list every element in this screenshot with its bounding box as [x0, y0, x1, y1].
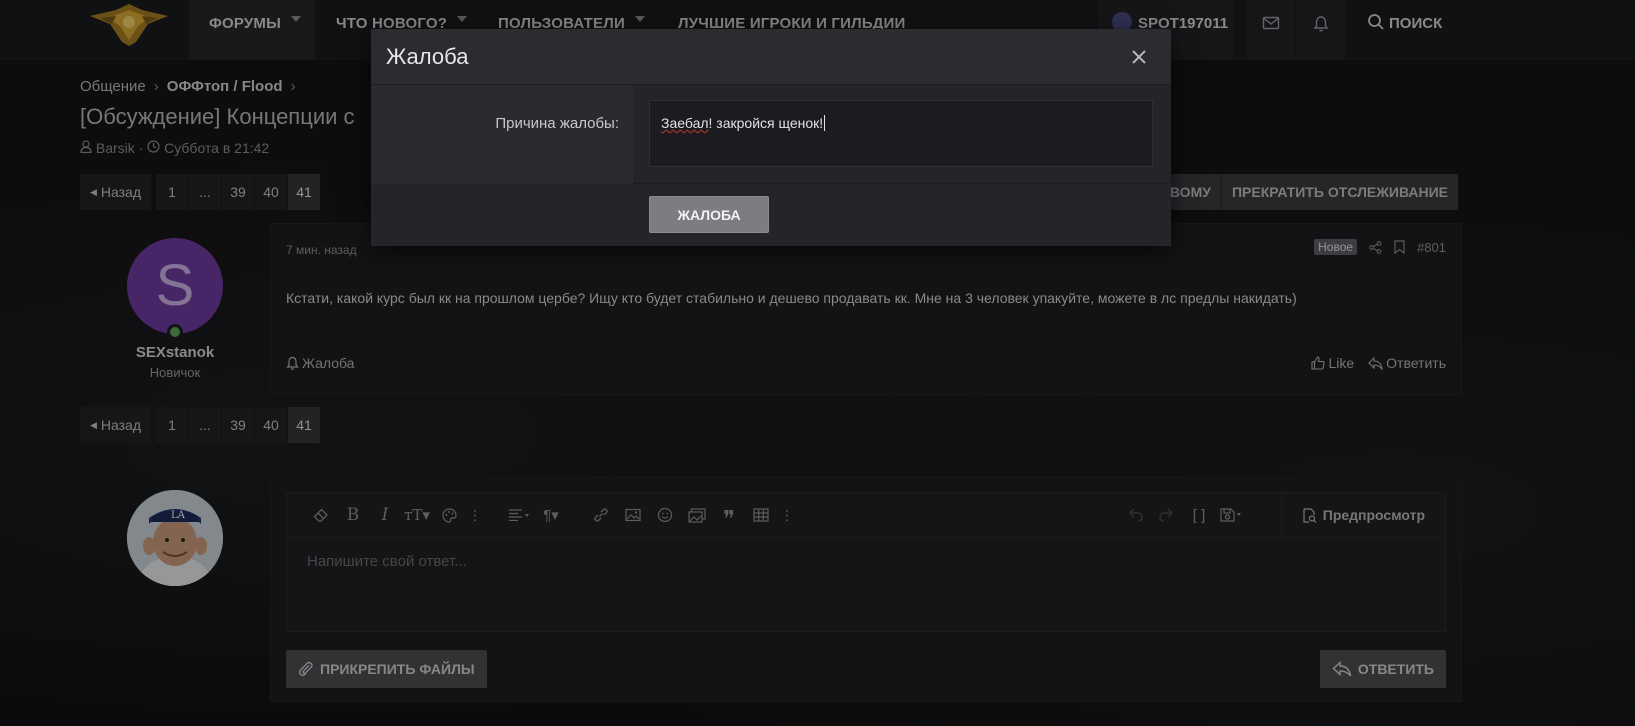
report-dialog: Жалоба Причина жалобы: Заебал! закройся …	[371, 29, 1171, 246]
report-reason-input[interactable]: Заебал! закройся щенок!	[649, 100, 1153, 167]
form-label-column: Причина жалобы:	[371, 85, 633, 184]
report-reason-label: Причина жалобы:	[495, 115, 619, 132]
dialog-header: Жалоба	[371, 29, 1171, 85]
report-submit-button[interactable]: ЖАЛОБА	[649, 196, 769, 233]
close-icon[interactable]	[1125, 43, 1153, 71]
report-reason-row: Причина жалобы: Заебал! закройся щенок!	[371, 85, 1171, 184]
dialog-title: Жалоба	[386, 43, 469, 69]
text-cursor	[824, 115, 826, 131]
input-text: ! закройся щенок!	[708, 115, 824, 131]
input-text-misspelled: Заебал	[661, 115, 709, 131]
